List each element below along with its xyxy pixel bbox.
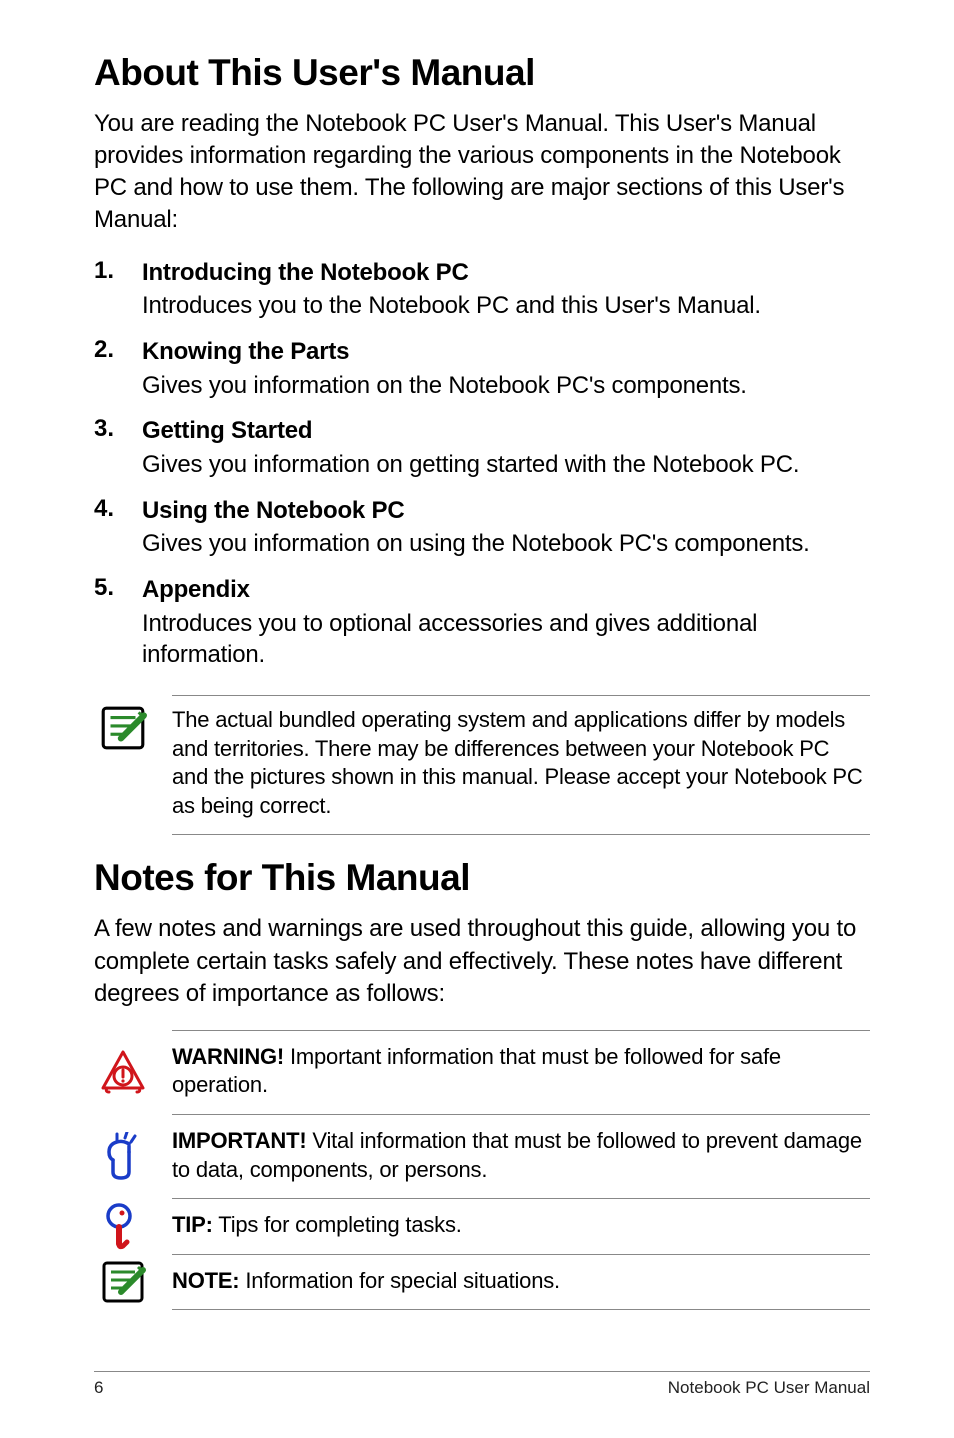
section-desc: Introduces you to the Notebook PC and th… (142, 290, 870, 322)
section-title: Knowing the Parts (142, 336, 870, 368)
section-item: Appendix Introduces you to optional acce… (94, 574, 870, 671)
sections-list: Introducing the Notebook PC Introduces y… (94, 257, 870, 671)
note-icon (94, 1254, 152, 1311)
section-title: Using the Notebook PC (142, 495, 870, 527)
section-desc: Gives you information on using the Noteb… (142, 528, 870, 560)
intro-paragraph: You are reading the Notebook PC User's M… (94, 108, 870, 237)
callout-important: IMPORTANT! Vital information that must b… (94, 1114, 870, 1198)
callout-text: Information for special situations. (239, 1268, 560, 1293)
callout-label: WARNING! (172, 1044, 284, 1069)
section-desc: Gives you information on the Notebook PC… (142, 370, 870, 402)
page-number: 6 (94, 1378, 103, 1398)
section-title: Appendix (142, 574, 870, 606)
notes-intro-paragraph: A few notes and warnings are used throug… (94, 913, 870, 1009)
callout-body: TIP: Tips for completing tasks. (172, 1198, 870, 1254)
section-item: Getting Started Gives you information on… (94, 415, 870, 480)
callout-label: NOTE: (172, 1268, 239, 1293)
section-item: Introducing the Notebook PC Introduces y… (94, 257, 870, 322)
note-text: The actual bundled operating system and … (172, 706, 870, 820)
heading-notes: Notes for This Manual (94, 857, 870, 899)
heading-about: About This User's Manual (94, 52, 870, 94)
callout-warning: WARNING! Important information that must… (94, 1030, 870, 1114)
footer-title: Notebook PC User Manual (668, 1378, 870, 1398)
callout-label: IMPORTANT! (172, 1128, 306, 1153)
callout-text: Tips for completing tasks. (213, 1212, 462, 1237)
tip-icon (94, 1198, 152, 1254)
section-item: Using the Notebook PC Gives you informat… (94, 495, 870, 560)
section-title: Introducing the Notebook PC (142, 257, 870, 289)
section-title: Getting Started (142, 415, 870, 447)
important-icon (94, 1114, 152, 1198)
section-desc: Introduces you to optional accessories a… (142, 608, 870, 671)
note-icon (94, 695, 152, 753)
callout-note: NOTE: Information for special situations… (94, 1254, 870, 1311)
section-item: Knowing the Parts Gives you information … (94, 336, 870, 401)
manual-page: About This User's Manual You are reading… (0, 0, 954, 1438)
callout-body: NOTE: Information for special situations… (172, 1254, 870, 1311)
callouts-list: WARNING! Important information that must… (94, 1030, 870, 1311)
page-footer: 6 Notebook PC User Manual (94, 1371, 870, 1398)
warning-icon (94, 1030, 152, 1114)
model-differences-note: The actual bundled operating system and … (94, 695, 870, 835)
callout-tip: TIP: Tips for completing tasks. (94, 1198, 870, 1254)
section-desc: Gives you information on getting started… (142, 449, 870, 481)
callout-label: TIP: (172, 1212, 213, 1237)
callout-body: WARNING! Important information that must… (172, 1030, 870, 1114)
callout-body: IMPORTANT! Vital information that must b… (172, 1114, 870, 1198)
